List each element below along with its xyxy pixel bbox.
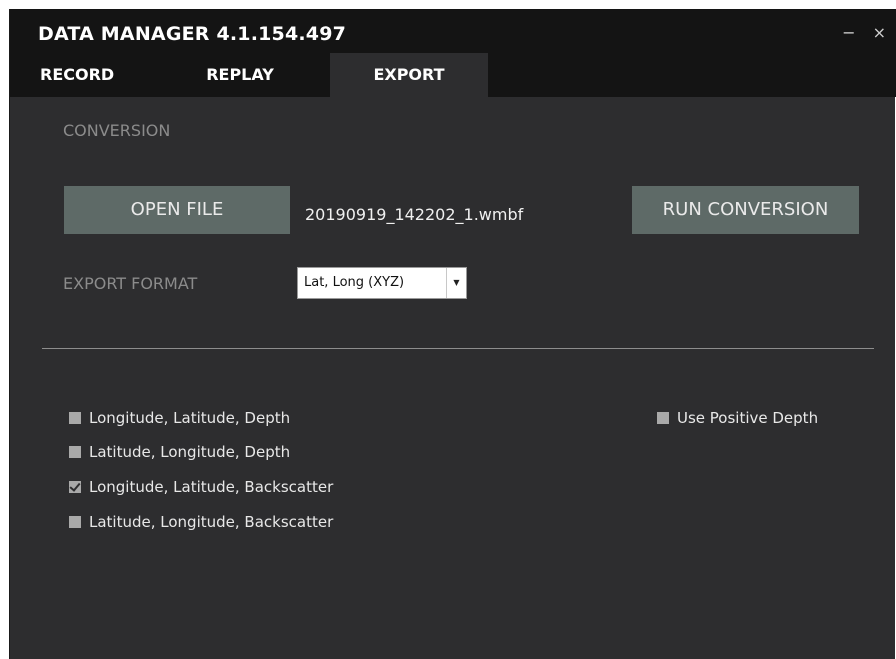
option-lon-lat-backscatter[interactable]: Longitude, Latitude, Backscatter [69, 478, 333, 498]
conversion-section-title: CONVERSION [63, 121, 171, 140]
option-use-positive-depth[interactable]: Use Positive Depth [657, 409, 818, 429]
open-file-button[interactable]: OPEN FILE [64, 186, 290, 234]
option-label: Latitude, Longitude, Backscatter [89, 513, 334, 531]
selected-file-name: 20190919_142202_1.wmbf [305, 205, 524, 224]
export-format-value: Lat, Long (XYZ) [304, 275, 405, 290]
checkbox[interactable] [69, 446, 81, 458]
checkbox[interactable] [657, 412, 669, 424]
option-label: Longitude, Latitude, Depth [89, 409, 291, 427]
tab-replay[interactable]: REPLAY [190, 53, 290, 97]
checkbox[interactable] [69, 412, 81, 424]
export-format-label: EXPORT FORMAT [63, 274, 198, 293]
window-controls: − × [830, 23, 886, 42]
tab-record[interactable]: RECORD [40, 53, 140, 97]
option-lat-lon-depth[interactable]: Latitude, Longitude, Depth [69, 443, 290, 463]
close-icon[interactable]: × [873, 23, 886, 42]
title-bar: DATA MANAGER 4.1.154.497 − × RECORD REPL… [10, 9, 896, 97]
app-title: DATA MANAGER 4.1.154.497 [38, 23, 347, 45]
option-lat-lon-backscatter[interactable]: Latitude, Longitude, Backscatter [69, 513, 333, 533]
checkbox[interactable] [69, 516, 81, 528]
section-divider [42, 348, 874, 349]
option-lon-lat-depth[interactable]: Longitude, Latitude, Depth [69, 409, 290, 429]
run-conversion-button[interactable]: RUN CONVERSION [632, 186, 859, 234]
data-manager-window: DATA MANAGER 4.1.154.497 − × RECORD REPL… [9, 9, 896, 659]
dropdown-arrow-icon[interactable]: ▼ [446, 268, 466, 298]
option-label: Latitude, Longitude, Depth [89, 443, 291, 461]
option-label: Use Positive Depth [677, 409, 819, 427]
option-label: Longitude, Latitude, Backscatter [89, 478, 334, 496]
export-format-select[interactable]: Lat, Long (XYZ) ▼ [297, 267, 467, 299]
minimize-icon[interactable]: − [842, 23, 855, 42]
tab-export[interactable]: EXPORT [330, 53, 488, 97]
checkbox[interactable] [69, 481, 81, 493]
